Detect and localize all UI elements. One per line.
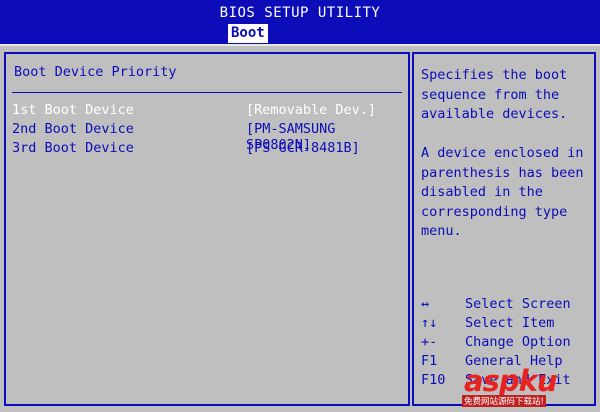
section-title: Boot Device Priority <box>14 64 177 80</box>
bios-title: BIOS SETUP UTILITY <box>219 5 381 21</box>
section-divider <box>12 92 402 93</box>
key-hint: +- Change Option <box>421 334 600 353</box>
bios-screen: BIOS SETUP UTILITY Boot Boot Device Prio… <box>0 0 600 412</box>
key-plus-minus-icon: +- <box>421 334 438 350</box>
watermark-ku: ku <box>518 364 558 398</box>
help-paragraph: A device enclosed in parenthesis has bee… <box>421 145 584 239</box>
menu-bar: Boot <box>228 23 268 44</box>
help-panel: Specifies the boot sequence from the ava… <box>412 52 596 406</box>
key-action: Change Option <box>465 334 571 350</box>
boot-device-row-1[interactable]: 1st Boot Device [Removable Dev.] <box>6 102 408 121</box>
watermark-main: asp <box>464 364 520 398</box>
boot-device-label: 1st Boot Device <box>12 102 134 118</box>
key-hint: ↔ Select Screen <box>421 296 600 315</box>
boot-device-row-3[interactable]: 3rd Boot Device [PS-GCR-8481B] <box>6 140 408 159</box>
title-bar: BIOS SETUP UTILITY Boot <box>0 0 600 46</box>
boot-device-label: 2nd Boot Device <box>12 121 134 137</box>
key-hint: ↑↓ Select Item <box>421 315 600 334</box>
main-panel: Boot Device Priority 1st Boot Device [Re… <box>4 52 410 406</box>
boot-device-value[interactable]: [PS-GCR-8481B] <box>246 140 360 156</box>
key-f1: F1 <box>421 353 438 369</box>
key-arrows-ud-icon: ↑↓ <box>421 315 438 331</box>
boot-device-value[interactable]: [Removable Dev.] <box>246 102 376 118</box>
boot-device-label: 3rd Boot Device <box>12 140 134 156</box>
tab-boot[interactable]: Boot <box>228 24 268 43</box>
watermark-subtext: 免费网站源码下载站! <box>462 395 546 407</box>
watermark-text: aspku <box>464 364 558 398</box>
key-f10: F10 <box>421 372 446 388</box>
boot-device-row-2[interactable]: 2nd Boot Device [PM-SAMSUNG SP0802N] <box>6 121 408 153</box>
watermark-logo: aspku 免费网站源码下载站! <box>462 364 594 407</box>
key-action: Select Screen <box>465 296 571 312</box>
key-arrows-lr-icon: ↔ <box>421 296 430 312</box>
help-paragraph: Specifies the boot sequence from the ava… <box>421 67 568 122</box>
key-action: Select Item <box>465 315 555 331</box>
